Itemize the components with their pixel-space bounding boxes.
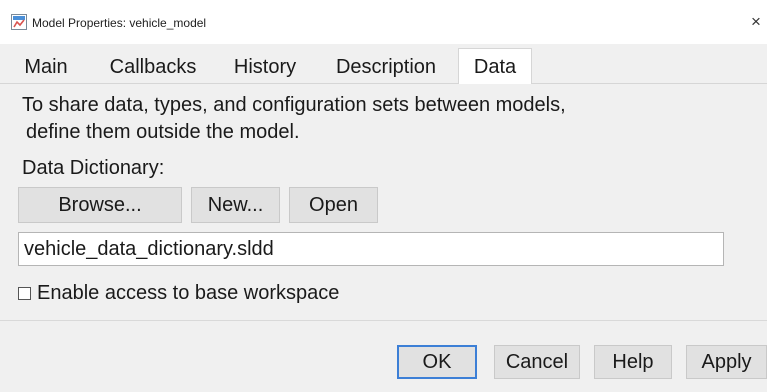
apply-button[interactable]: Apply — [686, 345, 767, 379]
tab-main[interactable]: Main — [16, 50, 76, 84]
tab-bar: Main Callbacks History Description Data — [0, 44, 767, 84]
cancel-button[interactable]: Cancel — [494, 345, 580, 379]
close-icon[interactable]: × — [745, 10, 767, 34]
simulink-model-icon — [11, 14, 27, 30]
base-workspace-checkbox[interactable] — [18, 286, 31, 300]
data-tab-panel: To share data, types, and configuration … — [0, 84, 767, 320]
tab-data[interactable]: Data — [458, 48, 532, 84]
data-dictionary-field[interactable] — [18, 232, 724, 266]
window-title: Model Properties: vehicle_model — [32, 16, 207, 30]
tab-description[interactable]: Description — [323, 50, 449, 84]
title-bar: Model Properties: vehicle_model × — [0, 0, 767, 44]
description-line-1: To share data, types, and configuration … — [22, 94, 566, 116]
help-button[interactable]: Help — [594, 345, 672, 379]
base-workspace-option[interactable]: Enable access to base workspace — [18, 280, 339, 306]
new-dictionary-button[interactable]: New... — [191, 187, 280, 223]
open-dictionary-button[interactable]: Open — [289, 187, 378, 223]
model-properties-dialog: Model Properties: vehicle_model × Main C… — [0, 0, 767, 392]
tab-history[interactable]: History — [222, 50, 308, 84]
data-dictionary-label: Data Dictionary: — [22, 157, 165, 179]
dialog-button-bar: OK Cancel Help Apply — [0, 320, 767, 392]
browse-button[interactable]: Browse... — [18, 187, 182, 223]
data-tab-description: To share data, types, and configuration … — [22, 92, 722, 146]
description-line-2: define them outside the model. — [26, 121, 300, 143]
tab-callbacks[interactable]: Callbacks — [95, 50, 211, 84]
base-workspace-checkbox-label: Enable access to base workspace — [37, 281, 340, 304]
ok-button[interactable]: OK — [397, 345, 477, 379]
